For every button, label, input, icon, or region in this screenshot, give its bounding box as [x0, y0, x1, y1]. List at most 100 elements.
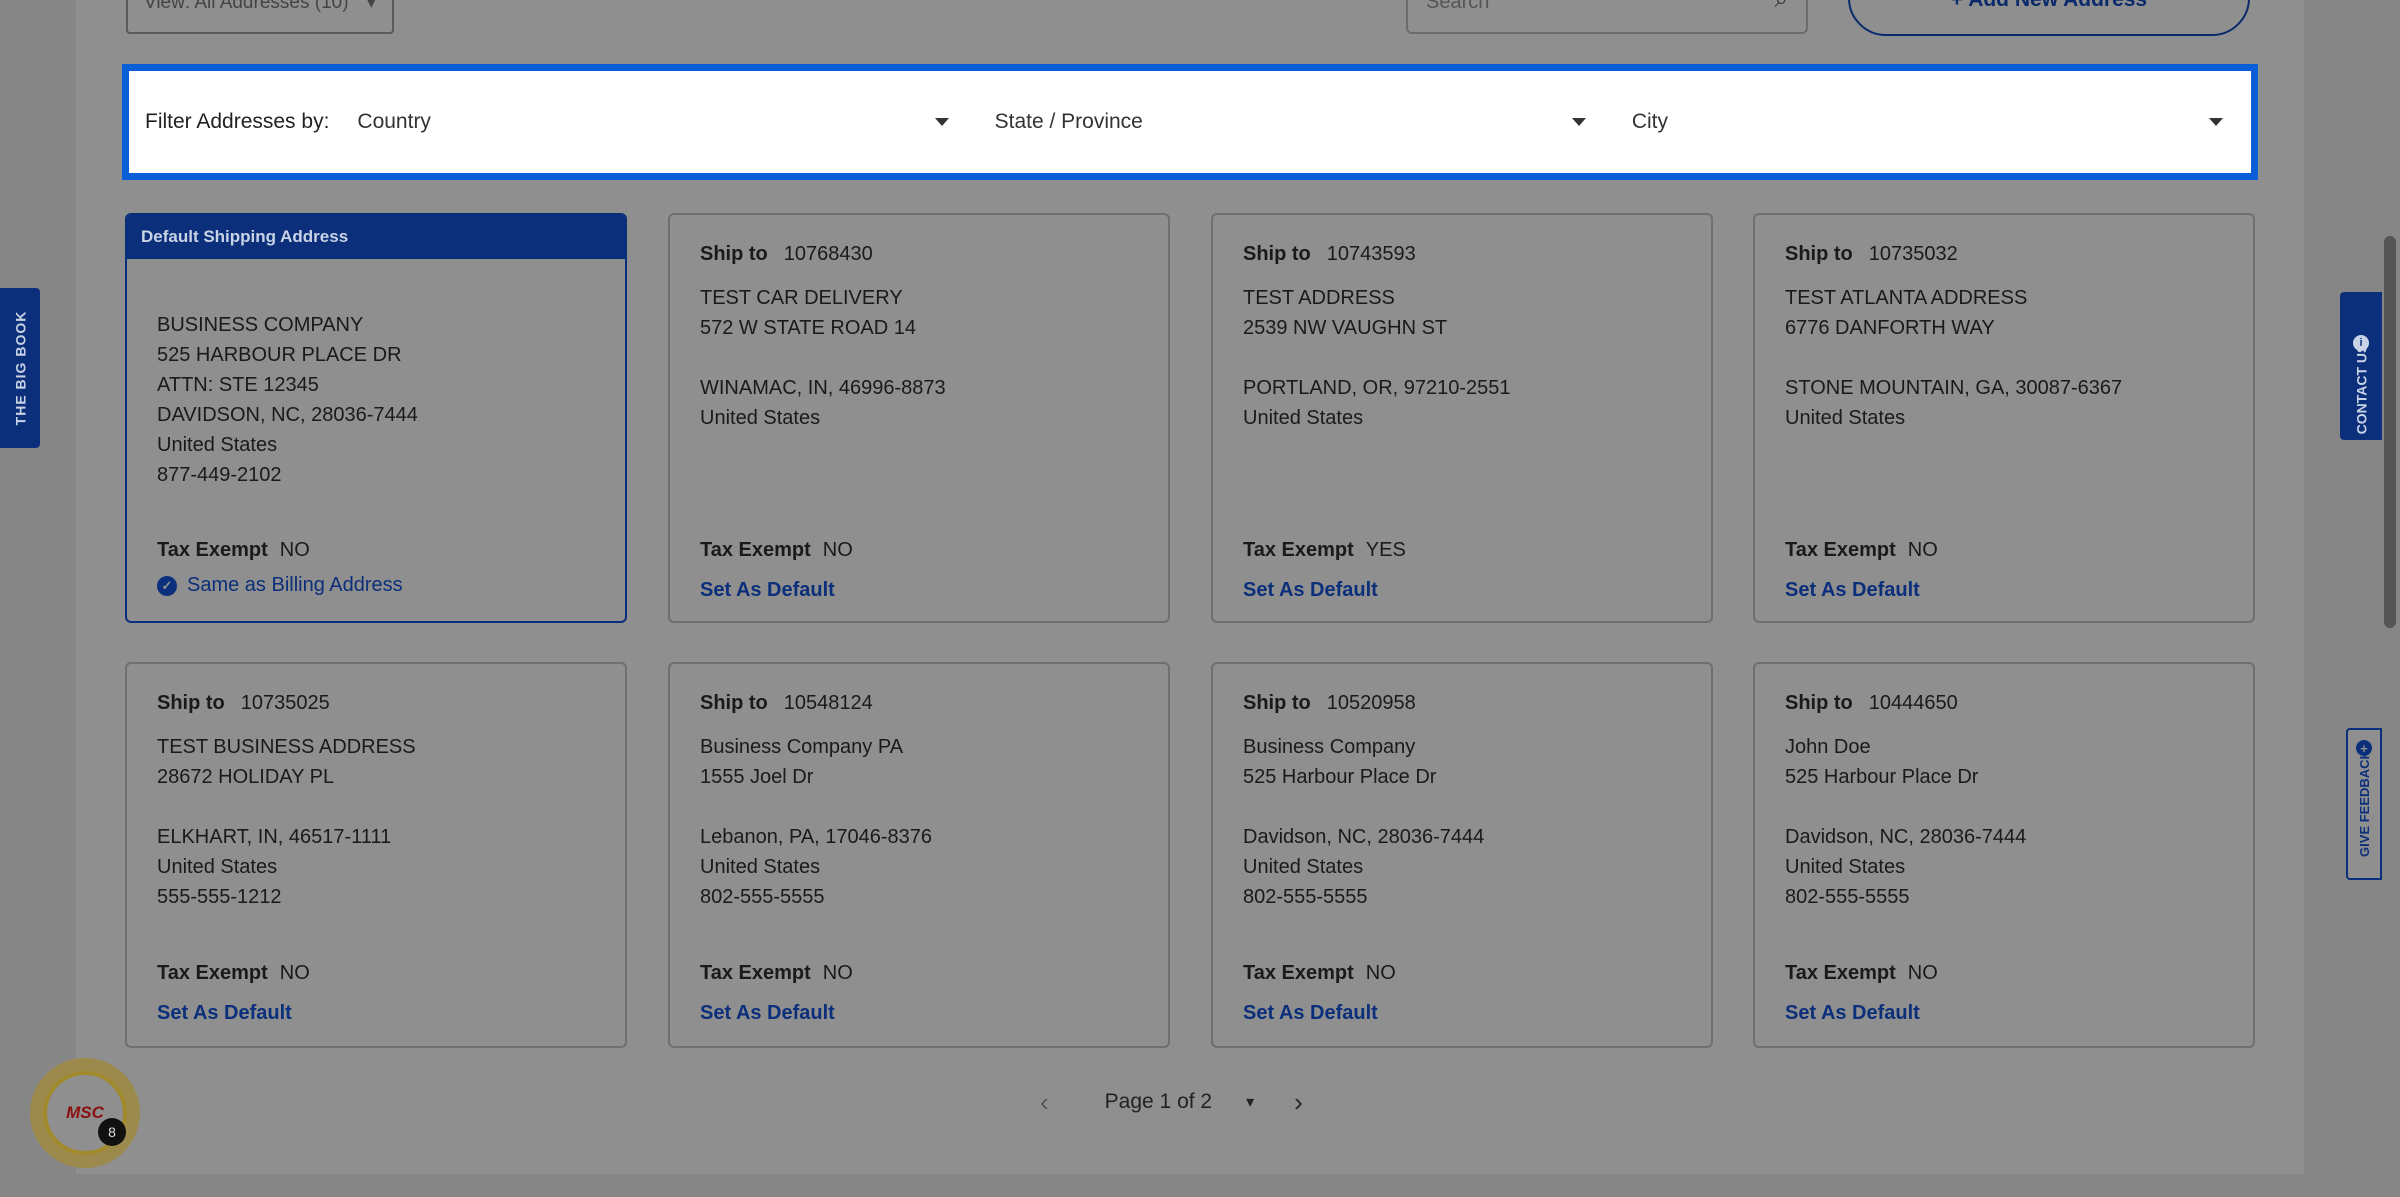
address-line: 2539 NW VAUGHN ST — [1243, 317, 1448, 339]
chevron-left-icon[interactable]: ‹ — [1040, 1087, 1049, 1118]
address-line: United States — [700, 407, 821, 429]
set-as-default-link[interactable]: Set As Default — [157, 1002, 292, 1025]
msc-assistant-badge[interactable]: MSC — [30, 1058, 140, 1168]
ship-to-label: Ship to — [1243, 692, 1311, 714]
tax-exempt-label: Tax Exempt — [1243, 539, 1354, 561]
view-filter-select[interactable]: View: All Addresses (10) ▾ — [126, 0, 394, 34]
same-as-billing: ✓ Same as Billing Address — [157, 574, 403, 597]
address-line: TEST ADDRESS — [1243, 287, 1395, 309]
ship-to-label: Ship to — [1785, 692, 1853, 714]
address-phone: 802-555-5555 — [700, 886, 825, 908]
ship-to-id: 10735025 — [240, 692, 330, 714]
address-line: United States — [1243, 407, 1364, 429]
set-as-default-link[interactable]: Set As Default — [1785, 579, 1920, 602]
notification-count-badge: 8 — [98, 1118, 126, 1146]
country-select-value: Country — [357, 110, 431, 133]
country-select[interactable]: Country — [339, 88, 967, 156]
state-select[interactable]: State / Province — [976, 88, 1604, 156]
address-line: United States — [1785, 856, 1906, 878]
chevron-down-icon — [2209, 118, 2224, 126]
search-icon[interactable]: ⌕ — [1775, 0, 1788, 14]
ship-to-label: Ship to — [157, 692, 225, 714]
address-phone: 802-555-5555 — [1243, 886, 1368, 908]
add-new-address-button[interactable]: + Add New Address — [1848, 0, 2250, 36]
address-line: TEST BUSINESS ADDRESS — [157, 736, 416, 758]
give-feedback-tab[interactable]: + GIVE FEEDBACK — [2346, 728, 2382, 880]
scrollbar-thumb[interactable] — [2384, 236, 2396, 628]
search-input[interactable]: Search ⌕ — [1406, 0, 1808, 34]
ship-to-id: 10444650 — [1868, 692, 1958, 714]
address-line: Davidson, NC, 28036-7444 — [1243, 826, 1485, 848]
set-as-default-link[interactable]: Set As Default — [1785, 1002, 1920, 1025]
contact-us-label: CONTACT US — [2353, 343, 2370, 435]
address-line: 6776 DANFORTH WAY — [1785, 317, 1995, 339]
ship-to: Ship to 10548124 — [700, 692, 873, 715]
big-book-tab[interactable]: THE BIG BOOK — [0, 288, 40, 448]
filter-bar: Filter Addresses by: Country State / Pro… — [122, 64, 2258, 180]
same-as-billing-label: Same as Billing Address — [187, 574, 403, 596]
tax-exempt-value: NO — [1907, 539, 1938, 561]
address-line: United States — [157, 434, 278, 456]
address-line: 525 Harbour Place Dr — [1785, 766, 1979, 788]
tax-exempt-label: Tax Exempt — [700, 539, 811, 561]
address-line: 525 HARBOUR PLACE DR — [157, 344, 402, 366]
page-indicator: Page 1 of 2 — [1104, 1090, 1213, 1113]
tax-exempt-label: Tax Exempt — [1243, 962, 1354, 984]
address-card: Ship to 10548124 Business Company PA 1555… — [668, 662, 1170, 1048]
address-line: 28672 HOLIDAY PL — [157, 766, 335, 788]
ship-to-label: Ship to — [700, 692, 768, 714]
address-line: United States — [157, 856, 278, 878]
address-phone: 802-555-5555 — [1785, 886, 1910, 908]
tax-exempt: Tax Exempt NO — [157, 539, 310, 562]
tax-exempt: Tax Exempt NO — [700, 962, 853, 985]
address-line: BUSINESS COMPANY — [157, 314, 364, 336]
ship-to-id: 10735032 — [1868, 243, 1958, 265]
tax-exempt-value: NO — [1365, 962, 1396, 984]
ship-to-id: 10548124 — [783, 692, 873, 714]
set-as-default-link[interactable]: Set As Default — [700, 1002, 835, 1025]
tax-exempt: Tax Exempt NO — [157, 962, 310, 985]
address-card: Ship to 10768430 TEST CAR DELIVERY 572 W … — [668, 213, 1170, 623]
address-line: United States — [1785, 407, 1906, 429]
big-book-label: THE BIG BOOK — [12, 310, 29, 426]
chevron-down-icon — [934, 118, 949, 126]
set-as-default-link[interactable]: Set As Default — [1243, 579, 1378, 602]
ship-to: Ship to 10743593 — [1243, 243, 1416, 266]
state-select-value: State / Province — [994, 110, 1143, 133]
address-line: TEST ATLANTA ADDRESS — [1785, 287, 2028, 309]
tax-exempt-label: Tax Exempt — [700, 962, 811, 984]
tax-exempt: Tax Exempt NO — [700, 539, 853, 562]
tax-exempt-value: NO — [279, 539, 310, 561]
address-card: Ship to 10444650 John Doe 525 Harbour Pla… — [1753, 662, 2255, 1048]
tax-exempt-value: NO — [1907, 962, 1938, 984]
chevron-right-icon[interactable]: › — [1294, 1087, 1303, 1118]
ship-to-label: Ship to — [700, 243, 768, 265]
tax-exempt: Tax Exempt NO — [1243, 962, 1396, 985]
chevron-down-icon[interactable]: ▾ — [1246, 1092, 1254, 1112]
address-line: 1555 Joel Dr — [700, 766, 814, 788]
tax-exempt-value: NO — [279, 962, 310, 984]
chevron-down-icon: ▾ — [366, 0, 376, 13]
pagination: ‹ Page 1 of 2 ▾ › — [1040, 1086, 1360, 1118]
tax-exempt: Tax Exempt NO — [1785, 962, 1938, 985]
set-as-default-link[interactable]: Set As Default — [1243, 1002, 1378, 1025]
tax-exempt-label: Tax Exempt — [1785, 962, 1896, 984]
ship-to-label: Ship to — [1785, 243, 1853, 265]
tax-exempt: Tax Exempt YES — [1243, 539, 1406, 562]
address-line: Business Company PA — [700, 736, 904, 758]
address-card: Ship to 10735032 TEST ATLANTA ADDRESS 677… — [1753, 213, 2255, 623]
city-select[interactable]: City — [1613, 88, 2242, 156]
set-as-default-link[interactable]: Set As Default — [700, 579, 835, 602]
check-circle-icon: ✓ — [157, 575, 177, 596]
ship-to-label: Ship to — [1243, 243, 1311, 265]
search-placeholder: Search — [1426, 0, 1490, 13]
ship-to: Ship to 10520958 — [1243, 692, 1416, 715]
address-line: 572 W STATE ROAD 14 — [700, 317, 916, 339]
tax-exempt-label: Tax Exempt — [1785, 539, 1896, 561]
address-line: PORTLAND, OR, 97210-2551 — [1243, 377, 1511, 399]
chevron-down-icon — [1571, 118, 1586, 126]
ship-to: Ship to 10735032 — [1785, 243, 1958, 266]
msc-logo: MSC — [66, 1103, 104, 1122]
contact-us-tab[interactable]: i CONTACT US — [2340, 292, 2382, 440]
tax-exempt: Tax Exempt NO — [1785, 539, 1938, 562]
